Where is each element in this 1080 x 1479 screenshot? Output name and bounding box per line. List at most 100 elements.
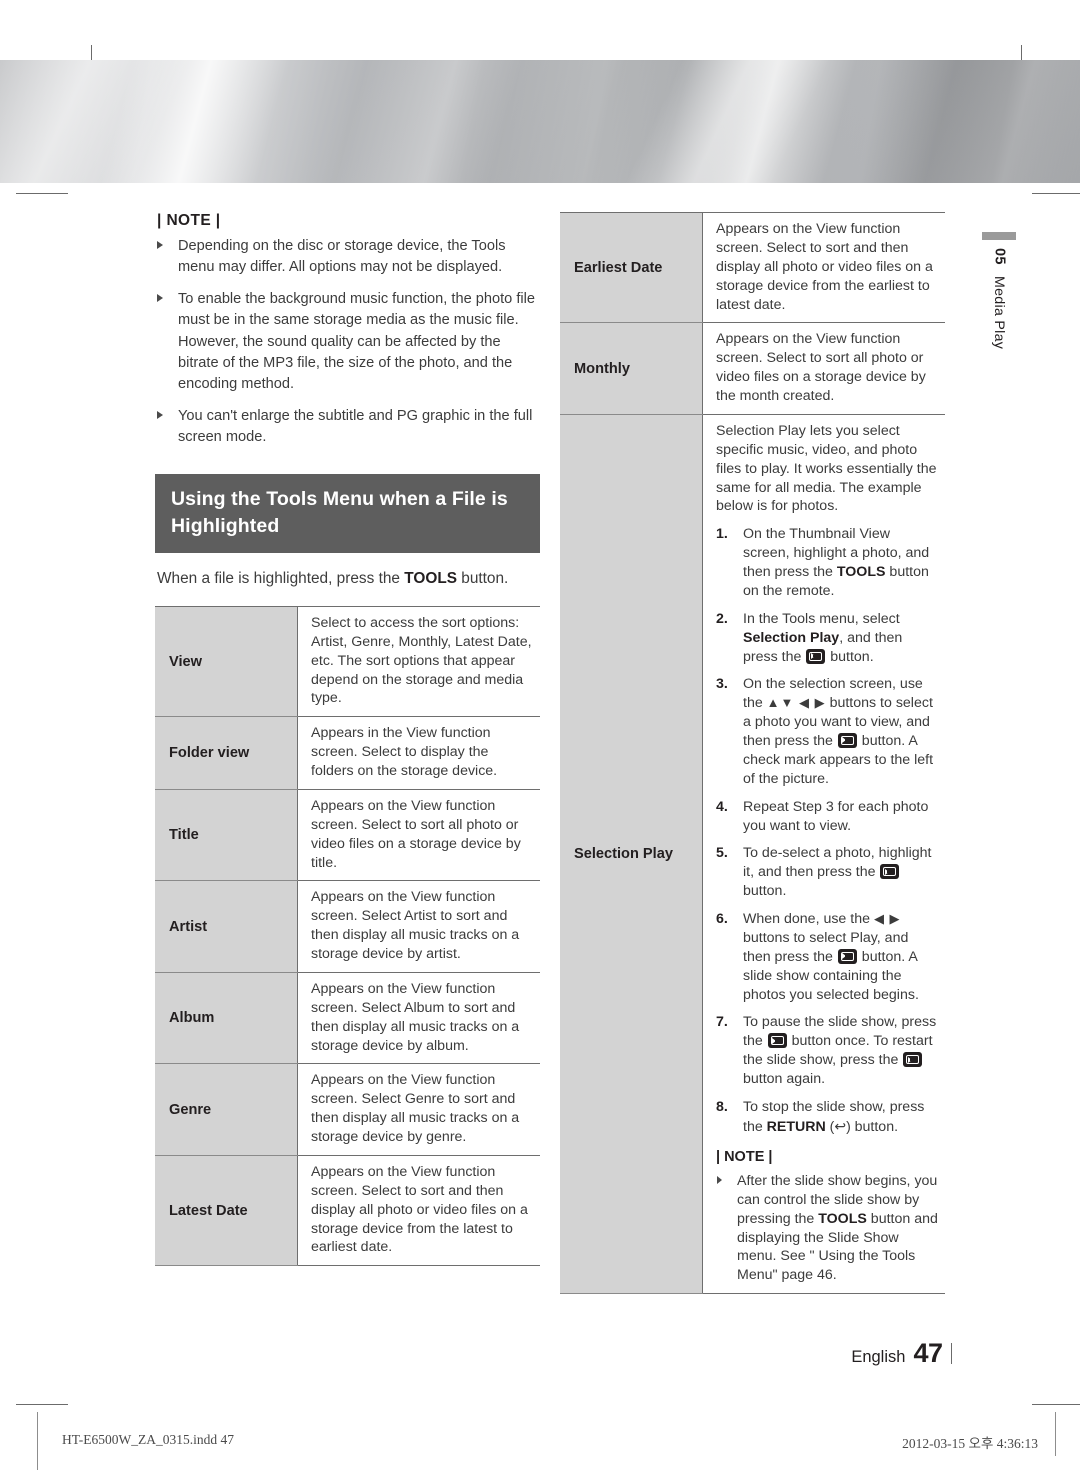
table-row-description: Appears on the View function screen. Sel… <box>702 211 945 324</box>
chapter-number: 05 <box>991 248 1008 265</box>
chapter-tab: 05 Media Play <box>978 232 1020 349</box>
table-row: Earliest Date Appears on the View functio… <box>560 211 945 324</box>
selection-play-content: Selection Play lets you select specific … <box>702 414 945 1295</box>
bullet-arrow-icon <box>157 294 163 303</box>
footer-rule <box>950 1343 952 1364</box>
table-row-description: Appears on the View function screen. Sel… <box>297 880 540 973</box>
step-text: Repeat Step 3 for each photo you want to… <box>743 798 929 834</box>
inner-note-heading: | NOTE | <box>716 1148 773 1165</box>
table-row-label: Monthly <box>560 322 703 415</box>
enter-arrow-icon <box>772 1037 777 1044</box>
step-number: 4. <box>716 798 728 815</box>
enter-button-icon <box>903 1052 923 1068</box>
note-item: You can't enlarge the subtitle and PG gr… <box>155 406 540 448</box>
section-intro-bold: TOOLS <box>404 570 457 588</box>
table-row-description: Appears on the View function screen. Sel… <box>702 322 945 415</box>
table-row: Artist Appears on the View function scree… <box>155 880 540 973</box>
crop-mark-top-right-horizontal <box>1032 193 1080 194</box>
bullet-arrow-icon <box>717 1175 722 1184</box>
step-item: 3. On the selection screen, use the ▲▼ ◀ … <box>716 675 939 788</box>
selection-play-intro: Selection Play lets you select specific … <box>716 422 937 515</box>
enter-arrow-icon <box>842 953 847 960</box>
section-intro-post: button. <box>456 570 509 588</box>
print-footer-right-rule <box>1055 1412 1056 1456</box>
step-number: 8. <box>716 1098 728 1115</box>
note-list: Depending on the disc or storage device,… <box>155 236 540 448</box>
step-item: 1. On the Thumbnail View screen, highligh… <box>716 525 939 601</box>
table-row-description: Appears on the View function screen. Sel… <box>297 1155 540 1267</box>
page-footer: English 47 <box>851 1338 952 1369</box>
step-item: 7. To pause the slide show, press the but… <box>716 1013 939 1089</box>
inner-note-item: After the slide show begins, you can con… <box>716 1172 939 1285</box>
direction-buttons-icon: ◀ ▶ <box>873 911 901 926</box>
table-row: Monthly Appears on the View function scre… <box>560 322 945 415</box>
table-row-description: Appears on the View function screen. Sel… <box>297 789 540 882</box>
print-footer: HT-E6500W_ZA_0315.indd 47 2012-03-15 오후 … <box>0 1404 1080 1470</box>
note-heading: | NOTE | <box>157 212 221 229</box>
crop-mark-top-left-horizontal <box>16 193 68 194</box>
table-row-label: Latest Date <box>155 1155 298 1267</box>
table-row: Album Appears on the View function screen… <box>155 972 540 1065</box>
banner-sheen <box>0 60 1080 183</box>
emphasis-text: RETURN <box>766 1118 826 1135</box>
table-row-label: Album <box>155 972 298 1065</box>
table-row-selection-play: Selection Play Selection Play lets you se… <box>560 414 945 1295</box>
enter-arrow-icon <box>907 1056 912 1063</box>
table-row-label: Artist <box>155 880 298 973</box>
step-text: button. <box>826 648 874 665</box>
section-intro-pre: When a file is highlighted, press the <box>157 570 405 588</box>
step-text: In the Tools menu, select <box>743 610 900 627</box>
metallic-header-banner <box>0 60 1080 183</box>
selection-play-steps: 1. On the Thumbnail View screen, highligh… <box>716 525 939 1136</box>
crop-mark-bottom-left-horizontal <box>16 1404 68 1405</box>
table-row: Title Appears on the View function screen… <box>155 789 540 882</box>
enter-arrow-icon <box>842 737 847 744</box>
step-text: button. <box>743 883 787 900</box>
step-item: 5. To de-select a photo, highlight it, an… <box>716 844 939 901</box>
chapter-title: Media Play <box>991 275 1008 350</box>
note-item-text: To enable the background music function,… <box>178 291 535 392</box>
enter-button-icon <box>837 948 857 964</box>
footer-page-number: 47 <box>913 1338 943 1368</box>
table-row-label: Selection Play <box>560 414 703 1295</box>
crop-mark-bottom-right-horizontal <box>1032 1404 1080 1405</box>
table-row-label: Genre <box>155 1063 298 1156</box>
table-row-description: Select to access the sort options: Artis… <box>297 605 540 718</box>
tools-menu-table-right: Earliest Date Appears on the View functio… <box>560 211 945 1295</box>
step-number: 7. <box>716 1014 728 1031</box>
print-file-name: HT-E6500W_ZA_0315.indd 47 <box>62 1432 234 1447</box>
enter-button-icon <box>880 864 900 880</box>
step-item: 4. Repeat Step 3 for each photo you want … <box>716 798 939 836</box>
right-column: Earliest Date Appears on the View functio… <box>560 211 945 1295</box>
enter-button-icon <box>837 733 857 748</box>
table-row-description: Appears in the View function screen. Sel… <box>297 716 540 790</box>
step-item: 6. When done, use the ◀ ▶ buttons to sele… <box>716 910 939 1004</box>
step-text: button. <box>854 1118 899 1135</box>
left-column: | NOTE | Depending on the disc or storag… <box>155 212 540 1267</box>
table-row-description: Appears on the View function screen. Sel… <box>297 972 540 1065</box>
step-number: 3. <box>716 676 728 693</box>
chapter-tab-bar <box>982 232 1016 240</box>
table-row-label: Folder view <box>155 716 298 790</box>
table-row: Latest Date Appears on the View function … <box>155 1155 540 1267</box>
step-text: To de-select a photo, highlight it, and … <box>743 845 932 881</box>
step-item: 2. In the Tools menu, select Selection Pl… <box>716 610 939 667</box>
enter-arrow-icon <box>810 652 815 659</box>
footer-language: English <box>851 1348 906 1366</box>
note-item: Depending on the disc or storage device,… <box>155 236 540 278</box>
note-item-text: Depending on the disc or storage device,… <box>178 238 506 276</box>
table-row: View Select to access the sort options: A… <box>155 605 540 718</box>
table-row: Folder view Appears in the View function … <box>155 716 540 790</box>
enter-button-icon <box>806 648 826 664</box>
table-row-label: Earliest Date <box>560 211 703 324</box>
emphasis-text: Selection Play <box>743 629 840 646</box>
section-intro: When a file is highlighted, press the TO… <box>157 568 540 590</box>
print-footer-left-rule <box>37 1412 38 1470</box>
table-row: Genre Appears on the View function screen… <box>155 1063 540 1156</box>
note-item-text: You can't enlarge the subtitle and PG gr… <box>178 408 533 446</box>
bullet-arrow-icon <box>157 411 163 420</box>
step-number: 5. <box>716 845 728 862</box>
direction-buttons-icon: ▲▼ ◀ ▶ <box>766 695 826 711</box>
table-row-label: View <box>155 605 298 718</box>
bullet-arrow-icon <box>157 241 163 249</box>
